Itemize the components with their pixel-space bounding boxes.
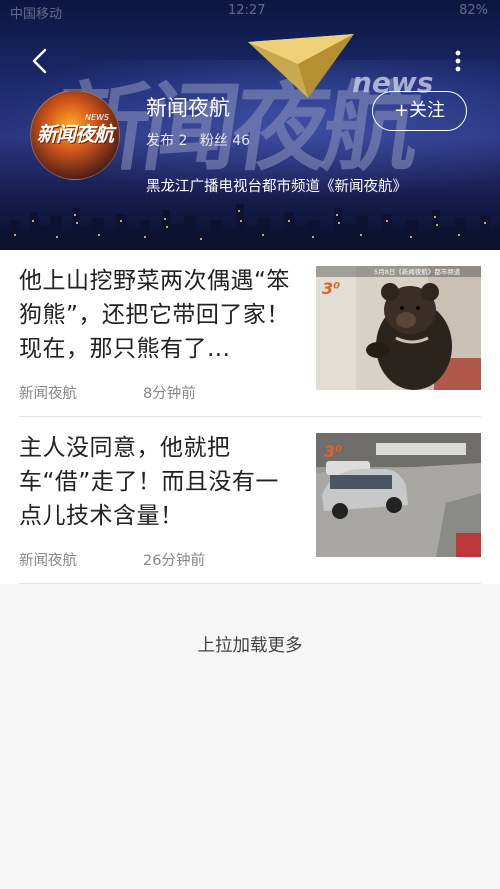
svg-text:3⁰: 3⁰ (322, 279, 340, 298)
article-feed: 他上山挖野菜两次偶遇“笨狗熊”，还把它带回了家！现在，那只熊有了... 新闻夜航… (0, 250, 500, 584)
article-item[interactable]: 主人没同意，他就把车“借”走了！而且没有一点儿技术含量！ 新闻夜航 26分钟前 … (0, 417, 500, 583)
channel-stats: 发布 2 粉丝 46 (146, 130, 258, 150)
follow-button[interactable]: +关注 (372, 91, 467, 131)
clock: 12:27 (228, 3, 266, 18)
posts-count: 发布 2 (146, 133, 188, 149)
channel-avatar[interactable]: 新闻夜航 NEWS (30, 90, 120, 180)
paper-plane-logo (248, 34, 354, 98)
article-time: 26分钟前 (143, 553, 205, 569)
avatar-logo-text: 新闻夜航 (37, 122, 114, 146)
divider (19, 583, 481, 584)
article-item[interactable]: 他上山挖野菜两次偶遇“笨狗熊”，还把它带回了家！现在，那只熊有了... 新闻夜航… (0, 250, 500, 416)
city-skyline (0, 204, 500, 250)
avatar-logo-news: NEWS (85, 113, 110, 122)
channel-name: 新闻夜航 (146, 96, 230, 120)
chevron-left-icon (32, 48, 47, 74)
channel-description: 黑龙江广播电视台都市频道《新闻夜航》 (146, 179, 407, 195)
article-time: 8分钟前 (143, 386, 196, 402)
thumb-caption: 5月8日《新闻夜航》都市频道 (374, 267, 461, 276)
article-title[interactable]: 主人没同意，他就把车“借”走了！而且没有一点儿技术含量！ (19, 431, 301, 533)
more-vertical-icon (455, 50, 461, 72)
article-source: 新闻夜航 (19, 386, 77, 402)
more-options-button[interactable] (446, 46, 470, 76)
car-photo: 3⁰ (316, 433, 481, 557)
fans-count: 粉丝 46 (199, 133, 251, 149)
article-title[interactable]: 他上山挖野菜两次偶遇“笨狗熊”，还把它带回了家！现在，那只熊有了... (19, 264, 301, 366)
channel-header-banner: 新闻夜航 news 中国移动 12:27 82% 新闻夜航 NEWS 新闻夜航 … (0, 0, 500, 250)
svg-text:3⁰: 3⁰ (324, 442, 342, 461)
back-button[interactable] (24, 44, 58, 78)
status-bar: 中国移动 12:27 82% (0, 0, 500, 22)
article-source: 新闻夜航 (19, 553, 77, 569)
battery-label: 82% (459, 3, 488, 18)
load-more-text[interactable]: 上拉加载更多 (0, 632, 500, 657)
carrier-label: 中国移动 (10, 7, 63, 22)
article-thumbnail-bear[interactable]: 5月8日《新闻夜航》都市频道 3⁰ (316, 266, 481, 390)
article-thumbnail-car[interactable]: 3⁰ (316, 433, 481, 557)
bear-photo: 5月8日《新闻夜航》都市频道 3⁰ (316, 266, 481, 390)
